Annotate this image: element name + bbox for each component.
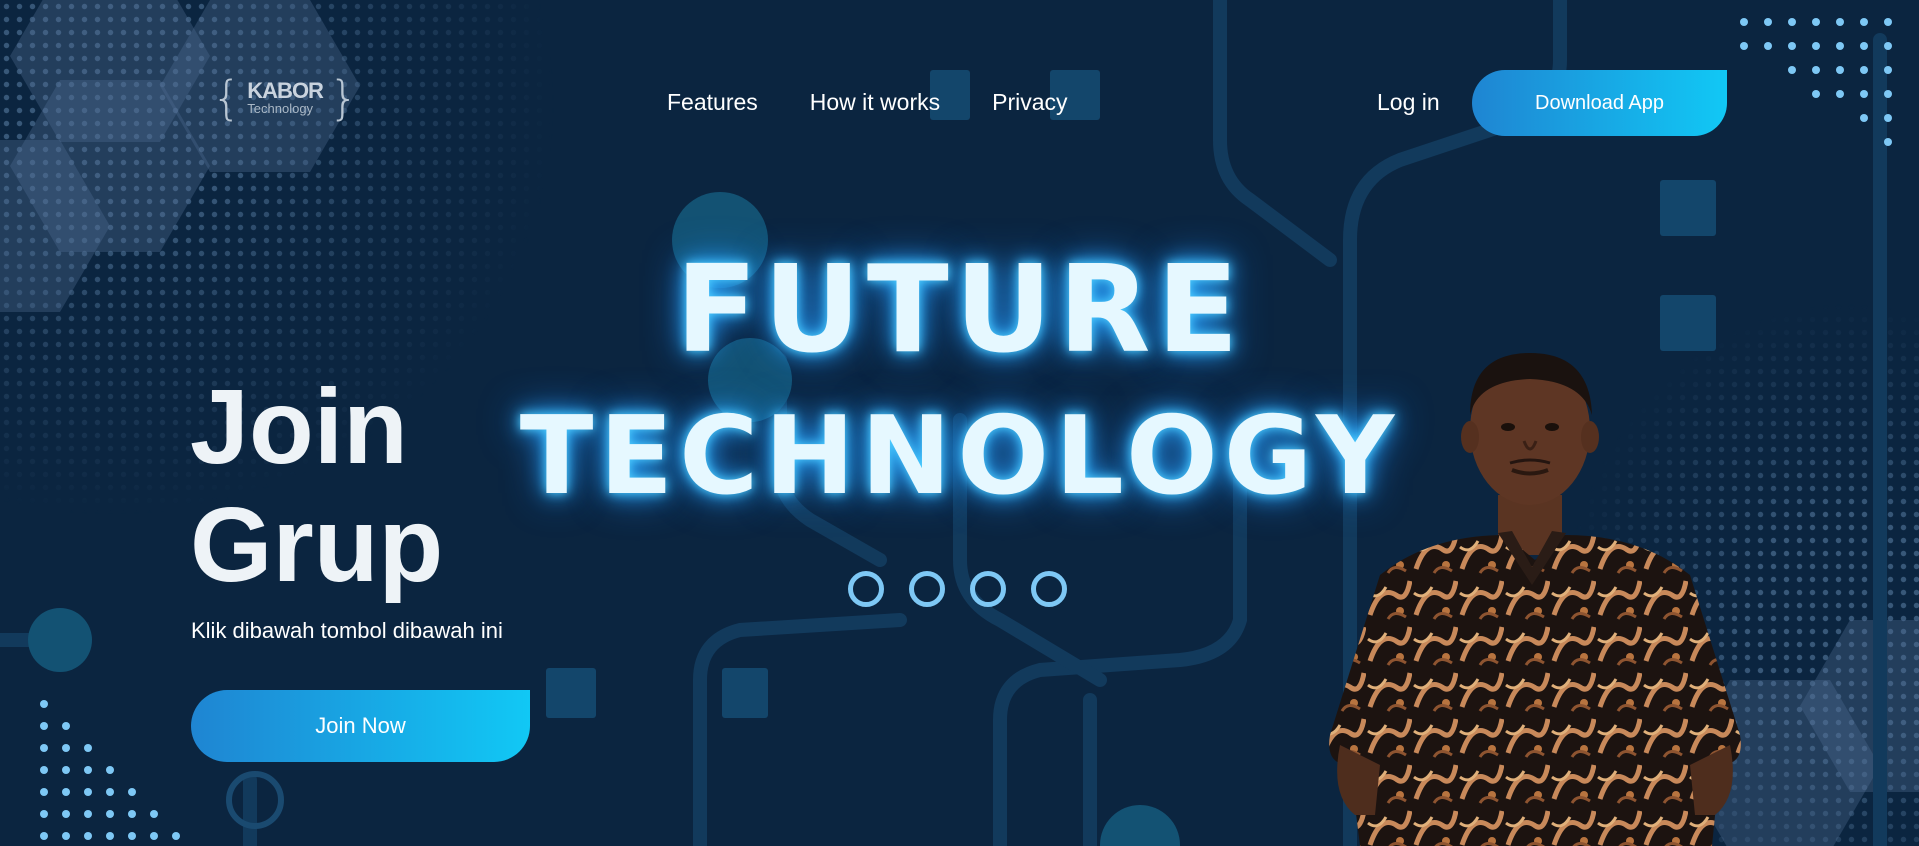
logo-brace-left: { [212,71,242,125]
login-link[interactable]: Log in [1377,89,1440,116]
carousel-dot[interactable] [1031,571,1067,607]
download-app-button[interactable]: Download App [1472,70,1727,136]
main-nav: Features How it works Privacy [667,89,1068,116]
join-now-button[interactable]: Join Now [191,690,530,762]
brand-tagline: Technology [247,101,314,116]
hero-headline-line2: TECHNOLOGY [519,394,1401,519]
hero-headline: FUTURE TECHNOLOGY [480,238,1440,530]
join-title-line2: Grup [190,486,444,604]
brand-name: KABOR [247,78,324,103]
brand-logo[interactable]: { KABOR Technology } [212,71,358,125]
person-photo [1329,353,1741,846]
logo-brace-right: } [328,71,359,125]
hero-headline-line1: FUTURE [675,241,1245,380]
join-title: Join Grup [190,368,443,604]
carousel-dot[interactable] [848,571,884,607]
nav-item-privacy[interactable]: Privacy [992,89,1067,116]
join-title-line1: Join [190,368,408,486]
nav-item-features[interactable]: Features [667,89,758,116]
nav-item-how-it-works[interactable]: How it works [810,89,940,116]
join-subtitle: Klik dibawah tombol dibawah ini [191,618,503,643]
carousel-dot[interactable] [909,571,945,607]
carousel-dot[interactable] [970,571,1006,607]
carousel-indicators [848,571,1067,607]
